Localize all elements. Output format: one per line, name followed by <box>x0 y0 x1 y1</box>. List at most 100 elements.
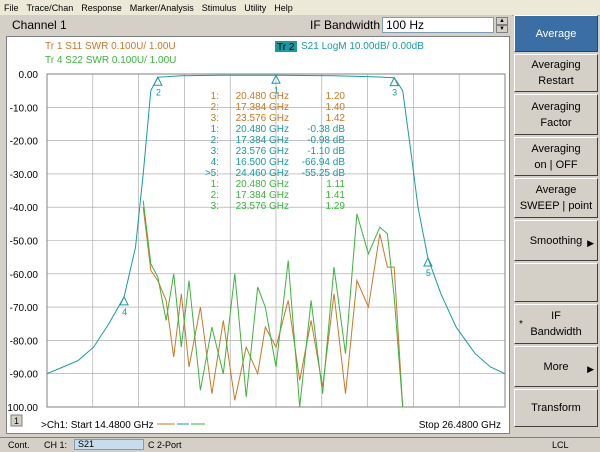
status-parameter[interactable]: S21 <box>74 439 144 450</box>
marker-readout-id: >5: <box>205 168 219 179</box>
y-tick-label: -10.00 <box>10 103 39 114</box>
y-tick-label: -90.00 <box>10 370 39 381</box>
softkey-sublabel: Factor <box>540 116 572 129</box>
marker-readout-freq: 16.500 GHz <box>236 157 289 168</box>
softkey-averaging-on-off[interactable]: Averaging on | OFF <box>514 137 598 176</box>
softkey-label: Transform <box>531 402 581 414</box>
softkey-label: Averaging <box>531 142 581 155</box>
marker-readout-id: 1: <box>211 91 219 102</box>
menu-bar: File Trace/Chan Response Marker/Analysis Sti… <box>0 0 600 16</box>
softkey-panel: Average Averaging Restart Averaging Factor Av… <box>512 15 600 435</box>
y-tick-label: -60.00 <box>10 270 39 281</box>
marker-readout-freq: 24.460 GHz <box>236 168 289 179</box>
marker-readout-value: -1.10 dB <box>307 146 345 157</box>
marker-readout-id: 1: <box>211 179 219 190</box>
spin-up-icon[interactable]: ▲ <box>496 17 508 25</box>
y-tick-label: -70.00 <box>10 303 39 314</box>
menu-item-stimulus[interactable]: Stimulus <box>198 3 241 13</box>
softkey-averaging-restart[interactable]: Averaging Restart <box>514 54 598 92</box>
submenu-arrow-icon: ▶ <box>587 237 594 248</box>
marker-readout-value: 1.11 <box>326 179 345 190</box>
trace-plot: 0.00 -10.00 -20.00 -30.00 -40.00 -50.00 -60.00… <box>7 41 506 431</box>
marker-readout-id: 2: <box>211 102 219 113</box>
marker-readout-freq: 17.384 GHz <box>236 135 289 146</box>
x-start-label: >Ch1: Start 14.4800 GHz <box>41 420 154 431</box>
marker-readout-freq: 20.480 GHz <box>236 179 289 190</box>
marker-readout-id: 3: <box>211 113 219 124</box>
marker-readout-id: 3: <box>211 201 219 212</box>
submenu-arrow-icon: ▶ <box>587 363 594 374</box>
y-tick-label: 0.00 <box>19 70 39 81</box>
status-bar: Cont. CH 1: S21 C 2-Port LCL <box>0 437 600 452</box>
marker-readout-freq: 23.576 GHz <box>236 201 289 212</box>
marker-readout-value: 1.41 <box>326 190 346 201</box>
softkey-sublabel: on | OFF <box>534 158 578 171</box>
marker-2-icon[interactable] <box>153 76 163 86</box>
softkey-sublabel: SWEEP | point <box>519 200 593 212</box>
marker-number: 4 <box>122 307 127 317</box>
marker-readout-freq: 20.480 GHz <box>236 91 289 102</box>
channel-title: Channel 1 <box>12 18 67 32</box>
trace-legend: Tr 1 S11 SWR 0.100U/ 1.00U Tr 2 S21 LogM 1… <box>45 41 424 66</box>
softkey-label: IF <box>551 310 561 322</box>
softkey-label: Smoothing <box>529 234 583 247</box>
softkey-if-bandwidth[interactable]: * IF Bandwidth <box>514 304 598 344</box>
softkey-label: Average <box>535 27 577 40</box>
menu-item-marker-analysis[interactable]: Marker/Analysis <box>126 3 198 13</box>
softkey-averaging-factor[interactable]: Averaging Factor <box>514 94 598 135</box>
marker-readout-value: 1.29 <box>326 201 346 212</box>
menu-item-utility[interactable]: Utility <box>240 3 270 13</box>
marker-readout-freq: 23.576 GHz <box>236 146 289 157</box>
softkey-label: More <box>543 360 569 373</box>
marker-readout-table: 1: 20.480 GHz 1.20 2: 17.384 GHz 1.40 3: 23.576… <box>205 91 346 212</box>
menu-item-trace-chan[interactable]: Trace/Chan <box>23 3 78 13</box>
if-bandwidth-label: IF Bandwidth <box>310 18 381 32</box>
trace-label-tr2[interactable]: Tr 2 <box>277 42 295 53</box>
menu-item-file[interactable]: File <box>0 3 23 13</box>
status-sweep-mode: Cont. <box>8 440 30 450</box>
softkey-more[interactable]: More ▶ <box>514 346 598 387</box>
status-channel: CH 1: <box>44 440 68 450</box>
softkey-average-sweep-point[interactable]: Average SWEEP | point <box>514 178 598 218</box>
channel-number: 1 <box>14 416 19 426</box>
status-lcl: LCL <box>552 440 569 450</box>
softkey-label: Averaging <box>531 59 581 71</box>
softkey-sublabel: Restart <box>538 75 574 87</box>
marker-readout-freq: 17.384 GHz <box>236 102 289 113</box>
menu-item-response[interactable]: Response <box>77 3 126 13</box>
trace-label-s22[interactable]: Tr 4 S22 SWR 0.100U/ 1.00U <box>45 55 176 66</box>
selected-star-icon: * <box>519 319 523 330</box>
softkey-label: Average <box>535 184 577 196</box>
marker-readout-freq: 17.384 GHz <box>236 190 289 201</box>
marker-readout-value: 1.40 <box>326 102 346 113</box>
marker-number: 2 <box>156 87 161 97</box>
marker-readout-value: -0.38 dB <box>307 124 345 135</box>
if-bandwidth-spinner[interactable]: ▲ ▼ <box>496 17 508 33</box>
softkey-smoothing[interactable]: Smoothing ▶ <box>514 220 598 261</box>
y-tick-label: -80.00 <box>10 336 39 347</box>
trace-label-s21[interactable]: S21 LogM 10.00dB/ 0.00dB <box>301 41 424 52</box>
menu-item-help[interactable]: Help <box>270 3 297 13</box>
trace-label-s11[interactable]: Tr 1 S11 SWR 0.100U/ 1.00U <box>45 41 176 52</box>
marker-readout-value: -55.25 dB <box>302 168 346 179</box>
spin-down-icon[interactable]: ▼ <box>496 25 508 33</box>
y-tick-label: -50.00 <box>10 237 39 248</box>
y-tick-label: -20.00 <box>10 137 39 148</box>
marker-readout-value: -0.98 dB <box>307 135 345 146</box>
plot-area: 0.00 -10.00 -20.00 -30.00 -40.00 -50.00 -60.00… <box>6 36 510 434</box>
marker-readout-id: 2: <box>211 135 219 146</box>
marker-number: 3 <box>392 88 397 98</box>
marker-readout-id: 2: <box>211 190 219 201</box>
softkey-sublabel: Bandwidth <box>530 326 582 338</box>
marker-readout-value: 1.20 <box>326 91 346 102</box>
marker-readout-value: 1.42 <box>326 113 346 124</box>
y-tick-label: -30.00 <box>10 170 39 181</box>
softkey-blank[interactable] <box>514 263 598 302</box>
if-bandwidth-input[interactable]: 100 Hz <box>382 17 494 33</box>
marker-readout-id: 4: <box>211 157 219 168</box>
softkey-average[interactable]: Average <box>514 15 598 52</box>
y-tick-label: -40.00 <box>10 203 39 214</box>
x-stop-label: Stop 26.4800 GHz <box>419 420 501 431</box>
softkey-transform[interactable]: Transform <box>514 389 598 427</box>
channel-header: Channel 1 IF Bandwidth 100 Hz ▲ ▼ <box>0 15 512 36</box>
